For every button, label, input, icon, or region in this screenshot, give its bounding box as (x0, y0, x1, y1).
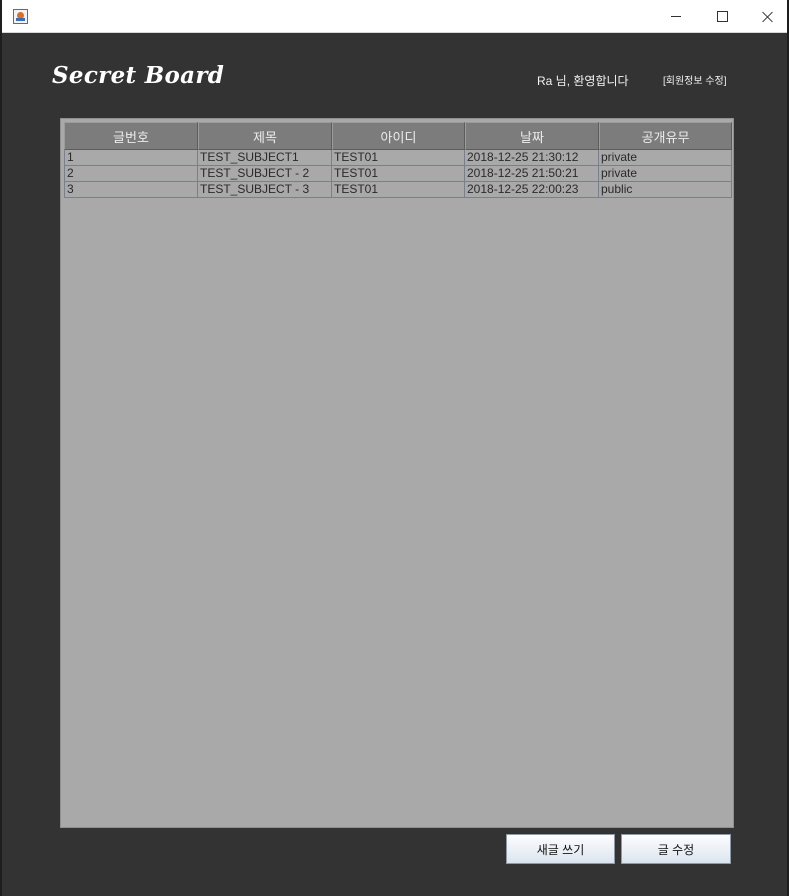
cell-subject: TEST_SUBJECT - 2 (198, 166, 332, 182)
cell-user-id: TEST01 (332, 150, 465, 166)
column-header-user-id[interactable]: 아이디 (332, 122, 465, 150)
new-post-button[interactable]: 새글 쓰기 (506, 834, 615, 864)
cell-visibility: public (599, 182, 732, 198)
table-row[interactable]: 3 TEST_SUBJECT - 3 TEST01 2018-12-25 22:… (64, 182, 732, 198)
cell-user-id: TEST01 (332, 182, 465, 198)
cell-post-number: 1 (64, 150, 198, 166)
cell-visibility: private (599, 166, 732, 182)
edit-member-info-link[interactable]: [회원정보 수정] (663, 72, 727, 87)
table-header: 글번호 제목 아이디 날짜 공개유무 (64, 122, 732, 150)
cell-post-number: 2 (64, 166, 198, 182)
welcome-message: Ra 님, 환영합니다 (537, 74, 629, 88)
minimize-button[interactable] (653, 0, 699, 33)
cell-post-number: 3 (64, 182, 198, 198)
column-header-date[interactable]: 날짜 (465, 122, 599, 150)
cell-visibility: private (599, 150, 732, 166)
cell-date: 2018-12-25 21:30:12 (465, 150, 599, 166)
table-row[interactable]: 1 TEST_SUBJECT1 TEST01 2018-12-25 21:30:… (64, 150, 732, 166)
title-bar[interactable] (2, 0, 787, 33)
java-app-icon (13, 9, 28, 24)
app-window: Secret Board Ra 님, 환영합니다 [회원정보 수정] 글번호 제… (0, 0, 789, 896)
close-button[interactable] (745, 0, 789, 33)
minimize-icon (671, 16, 681, 17)
board-table-panel: 글번호 제목 아이디 날짜 공개유무 1 TEST_SUBJECT1 TEST0… (60, 118, 734, 828)
cell-date: 2018-12-25 22:00:23 (465, 182, 599, 198)
cell-subject: TEST_SUBJECT1 (198, 150, 332, 166)
cell-user-id: TEST01 (332, 166, 465, 182)
cell-date: 2018-12-25 21:50:21 (465, 166, 599, 182)
maximize-button[interactable] (699, 0, 745, 33)
table-row[interactable]: 2 TEST_SUBJECT - 2 TEST01 2018-12-25 21:… (64, 166, 732, 182)
column-header-subject[interactable]: 제목 (198, 122, 332, 150)
column-header-visibility[interactable]: 공개유무 (599, 122, 732, 150)
cell-subject: TEST_SUBJECT - 3 (198, 182, 332, 198)
edit-post-button[interactable]: 글 수정 (621, 834, 731, 864)
column-header-post-number[interactable]: 글번호 (64, 122, 198, 150)
brand-title: Secret Board (52, 62, 225, 89)
maximize-icon (716, 11, 728, 22)
board-table: 글번호 제목 아이디 날짜 공개유무 1 TEST_SUBJECT1 TEST0… (64, 122, 732, 198)
close-icon (762, 11, 774, 23)
